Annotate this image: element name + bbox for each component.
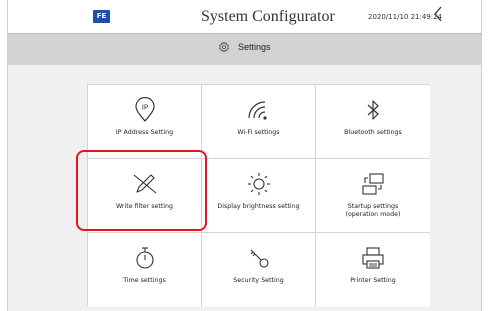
- page-title: Settings: [238, 42, 271, 52]
- key-icon: [245, 245, 273, 271]
- left-edge: [0, 0, 8, 311]
- svg-text:IP: IP: [141, 104, 147, 112]
- tile-label: Startup settings (operation mode): [345, 203, 401, 218]
- startup-icon: [359, 171, 387, 197]
- wifi-icon: [245, 97, 273, 123]
- gear-icon: [218, 41, 230, 53]
- tile-label: Display brightness setting: [217, 203, 300, 210]
- settings-bar: Settings: [8, 33, 481, 66]
- settings-grid: IP IP Address Setting Wi-Fi settings Blu…: [87, 84, 430, 307]
- tile-label: Wi-Fi settings: [237, 129, 280, 136]
- tile-display-brightness[interactable]: Display brightness setting: [202, 159, 316, 233]
- datetime-display: 2020/11/10 21:49:24: [368, 13, 443, 21]
- tile-label: Security Setting: [233, 277, 284, 284]
- header-bar: FE System Configurator 2020/11/10 21:49:…: [8, 0, 481, 33]
- printer-icon: [359, 245, 387, 271]
- tile-write-filter[interactable]: Write filter setting: [88, 159, 202, 233]
- tile-startup-settings[interactable]: Startup settings (operation mode): [316, 159, 430, 233]
- bluetooth-icon: [359, 97, 387, 123]
- tile-label: Printer Setting: [350, 277, 396, 284]
- tile-bluetooth[interactable]: Bluetooth settings: [316, 85, 430, 159]
- pen-cross-icon: [131, 171, 159, 197]
- chevron-left-icon: [433, 6, 449, 22]
- ip-icon: IP: [131, 97, 159, 123]
- stopwatch-icon: [131, 245, 159, 271]
- right-edge: [481, 0, 489, 311]
- tile-label: Write filter setting: [115, 203, 174, 210]
- app-window: FE System Configurator 2020/11/10 21:49:…: [0, 0, 489, 311]
- tile-label: IP Address Setting: [115, 129, 174, 136]
- tile-wifi[interactable]: Wi-Fi settings: [202, 85, 316, 159]
- app-title: System Configurator: [201, 8, 335, 25]
- back-button[interactable]: [433, 6, 449, 26]
- brightness-icon: [245, 171, 273, 197]
- tile-ip-address[interactable]: IP IP Address Setting: [88, 85, 202, 159]
- tile-time-settings[interactable]: Time settings: [88, 233, 202, 307]
- tile-label: Time settings: [123, 277, 166, 284]
- brand-logo: FE: [93, 10, 110, 23]
- settings-content: IP IP Address Setting Wi-Fi settings Blu…: [8, 65, 481, 311]
- tile-label: Bluetooth settings: [344, 129, 402, 136]
- tile-security-setting[interactable]: Security Setting: [202, 233, 316, 307]
- tile-printer-setting[interactable]: Printer Setting: [316, 233, 430, 307]
